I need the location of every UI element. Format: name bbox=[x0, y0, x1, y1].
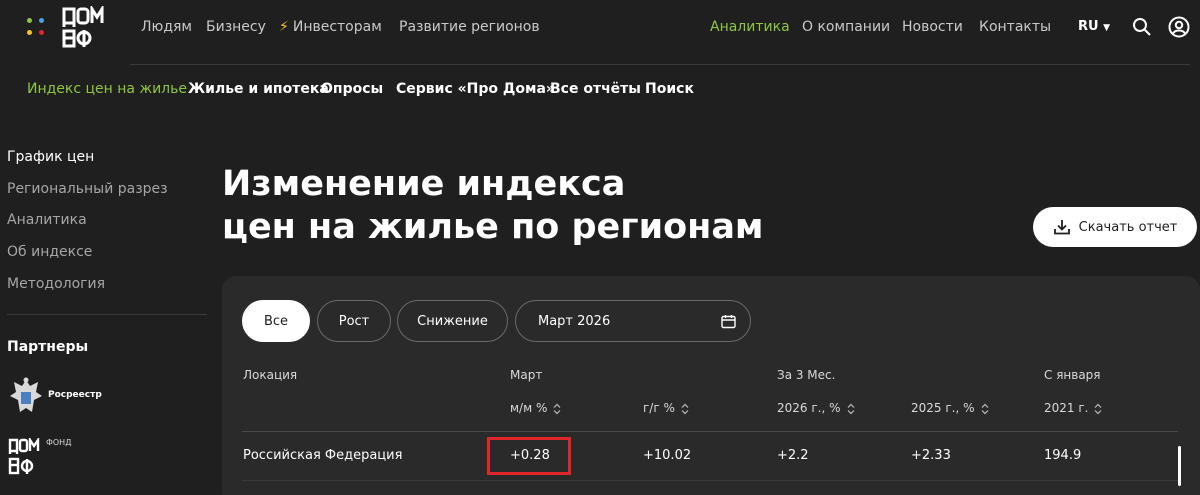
top-divider bbox=[130, 64, 1190, 65]
nav-news[interactable]: Новости bbox=[902, 19, 963, 35]
subnav-search[interactable]: Поиск bbox=[645, 81, 694, 97]
subnav-price-index[interactable]: Индекс цен на жилье bbox=[27, 81, 187, 97]
filter-all-button[interactable]: Все bbox=[242, 300, 310, 342]
sort-icon bbox=[981, 403, 988, 414]
domrf-fund-logo-icon[interactable] bbox=[8, 438, 42, 476]
cell-2026: +2.2 bbox=[777, 448, 809, 463]
col-header-2026[interactable]: 2026 г., % bbox=[777, 401, 855, 415]
search-icon[interactable] bbox=[1132, 17, 1152, 37]
col-header-2025[interactable]: 2025 г., % bbox=[911, 401, 989, 415]
cell-location[interactable]: Российская Федерация bbox=[243, 448, 402, 463]
table-row-divider bbox=[242, 480, 1178, 481]
cell-2025: +2.33 bbox=[911, 448, 951, 463]
nav-about[interactable]: О компании bbox=[802, 19, 890, 35]
sidebar-item-methodology[interactable]: Методология bbox=[7, 276, 105, 292]
download-report-button[interactable]: Скачать отчет bbox=[1033, 207, 1197, 247]
date-picker-value: Март 2026 bbox=[538, 313, 611, 329]
subnav-surveys[interactable]: Опросы bbox=[321, 81, 383, 97]
nav-people[interactable]: Людям bbox=[141, 19, 192, 35]
language-label: RU bbox=[1078, 19, 1099, 34]
nav-regions[interactable]: Развитие регионов bbox=[399, 19, 540, 35]
date-picker[interactable]: Март 2026 bbox=[515, 300, 751, 342]
col-header-mm-label: м/м % bbox=[510, 401, 548, 415]
language-selector[interactable]: RU ▼ bbox=[1078, 19, 1110, 34]
subnav-all-reports[interactable]: Все отчёты bbox=[550, 81, 641, 97]
col-header-2021-label: 2021 г. bbox=[1044, 401, 1089, 415]
sidebar-item-regional[interactable]: Региональный разрез bbox=[7, 181, 168, 197]
table-header-divider bbox=[242, 431, 1178, 432]
partners-title: Партнеры bbox=[7, 339, 89, 355]
cell-yy: +10.02 bbox=[643, 448, 692, 463]
col-header-location: Локация bbox=[243, 368, 298, 382]
col-header-yy-label: г/г % bbox=[643, 401, 675, 415]
download-report-label: Скачать отчет bbox=[1078, 219, 1178, 235]
nav-contacts[interactable]: Контакты bbox=[979, 19, 1051, 35]
subnav-pro-doma[interactable]: Сервис «Про Дома» bbox=[396, 81, 555, 97]
sidebar-item-price-chart[interactable]: График цен bbox=[7, 149, 94, 165]
nav-investors[interactable]: ⚡ Инвесторам bbox=[279, 19, 382, 35]
col-group-3-months: За 3 Мес. bbox=[777, 368, 836, 382]
sort-icon bbox=[553, 403, 561, 414]
cell-2021: 194.9 bbox=[1044, 448, 1082, 463]
chevron-down-icon: ▼ bbox=[1103, 23, 1111, 33]
nav-business[interactable]: Бизнесу bbox=[206, 19, 266, 35]
page-title: Изменение индекса цен на жилье по регион… bbox=[222, 163, 764, 249]
sort-icon bbox=[847, 403, 854, 414]
col-group-march: Март bbox=[510, 368, 543, 382]
col-header-2025-label: 2025 г., % bbox=[911, 401, 975, 415]
sidebar-item-analytics[interactable]: Аналитика bbox=[7, 212, 87, 228]
filter-decline-button[interactable]: Снижение bbox=[397, 300, 508, 342]
col-group-since-january: С января bbox=[1044, 368, 1101, 382]
nav-investors-label: Инвесторам bbox=[292, 19, 382, 35]
sort-icon bbox=[1095, 403, 1102, 414]
sidebar-item-about-index[interactable]: Об индексе bbox=[7, 244, 92, 260]
col-header-yy[interactable]: г/г % bbox=[643, 401, 689, 415]
sort-icon bbox=[681, 403, 689, 414]
filter-growth-button[interactable]: Рост bbox=[317, 300, 391, 342]
partner-fond-label: ФОНД bbox=[46, 438, 72, 447]
rosreestr-emblem-icon[interactable] bbox=[8, 376, 44, 418]
highlight-box bbox=[487, 437, 571, 475]
page-title-line-2: цен на жилье по регионам bbox=[222, 207, 764, 247]
logo-dots-icon[interactable] bbox=[27, 18, 47, 38]
table-scrollbar[interactable] bbox=[1178, 446, 1181, 486]
col-header-2026-label: 2026 г., % bbox=[777, 401, 841, 415]
download-icon bbox=[1053, 220, 1070, 235]
col-header-mm[interactable]: м/м % bbox=[510, 401, 561, 415]
top-bar: Людям Бизнесу ⚡ Инвесторам Развитие регио… bbox=[0, 0, 1200, 58]
partner-rosreestr-label[interactable]: Росреестр bbox=[48, 390, 102, 400]
sidebar-divider bbox=[7, 314, 207, 315]
lightning-icon: ⚡ bbox=[279, 19, 289, 35]
calendar-icon bbox=[721, 315, 736, 329]
domrf-logo-icon[interactable] bbox=[62, 6, 108, 50]
col-header-2021[interactable]: 2021 г. bbox=[1044, 401, 1102, 415]
page-title-line-1: Изменение индекса bbox=[222, 164, 626, 204]
subnav-housing-mortgage[interactable]: Жилье и ипотека bbox=[188, 81, 329, 97]
nav-analytics[interactable]: Аналитика bbox=[710, 19, 790, 35]
user-icon[interactable] bbox=[1168, 16, 1190, 38]
